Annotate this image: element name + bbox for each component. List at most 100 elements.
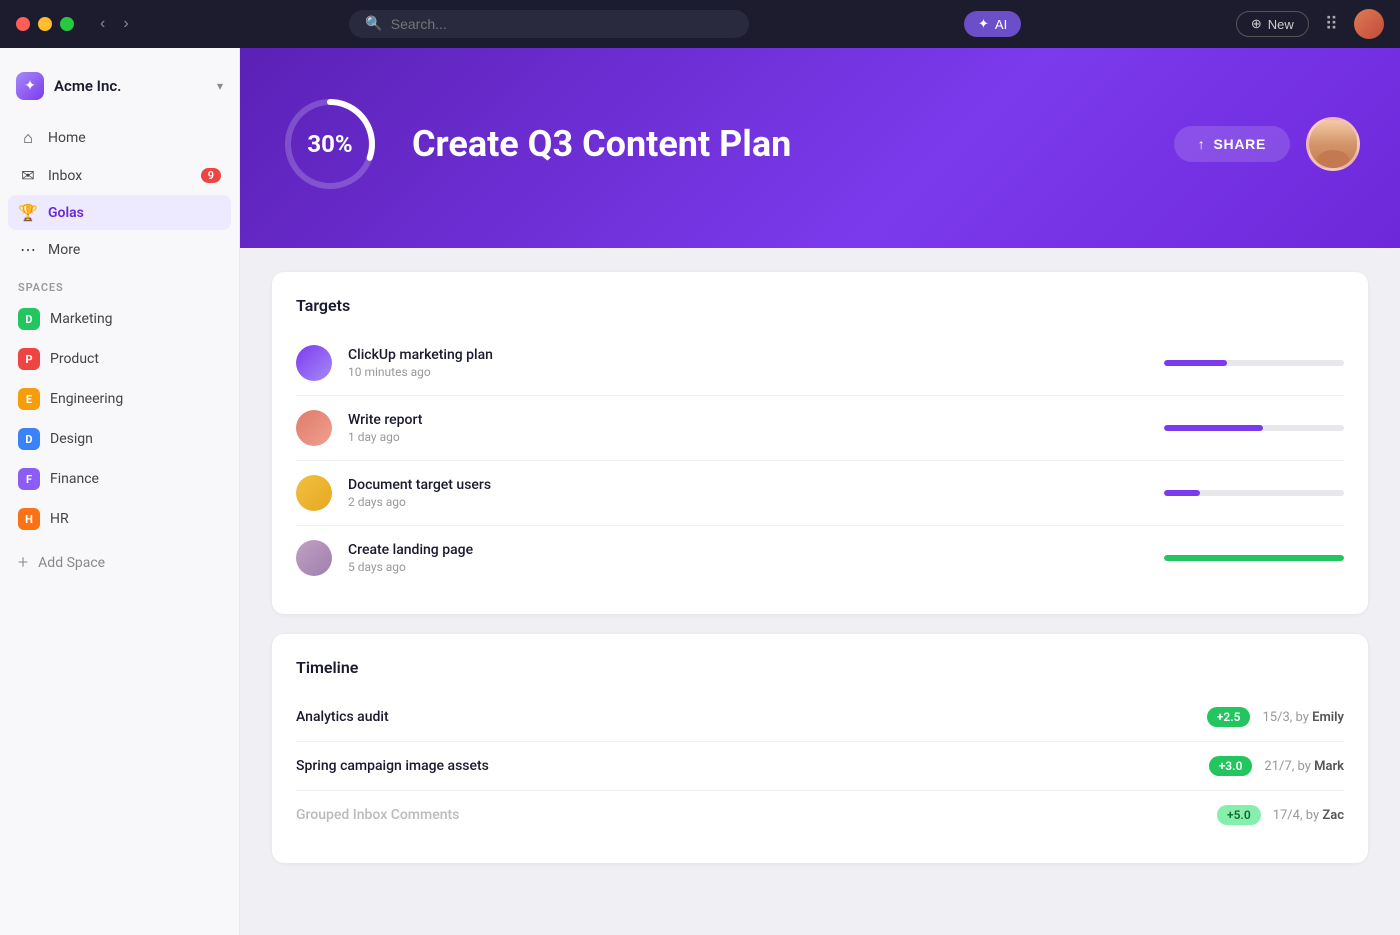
progress-ring: 30% <box>280 94 380 194</box>
target-name: Create landing page <box>348 542 1148 558</box>
add-space-button[interactable]: + Add Space <box>0 544 239 581</box>
timeline-item: Analytics audit +2.5 15/3, by Emily <box>296 693 1344 742</box>
window-controls <box>16 17 74 31</box>
timeline-name: Grouped Inbox Comments <box>296 807 1205 823</box>
hero-section: 30% Create Q3 Content Plan ↑ SHARE <box>240 48 1400 248</box>
plus-icon: ⊕ <box>1251 16 1262 32</box>
ai-button[interactable]: ✦ AI <box>964 11 1021 37</box>
new-button[interactable]: ⊕ New <box>1236 11 1309 37</box>
search-icon: 🔍 <box>365 16 382 32</box>
marketing-space-icon: D <box>18 308 40 330</box>
sidebar-item-label: Inbox <box>48 168 82 184</box>
maximize-button[interactable] <box>60 17 74 31</box>
grid-icon[interactable]: ⠿ <box>1325 14 1338 35</box>
content-area: 30% Create Q3 Content Plan ↑ SHARE Targe… <box>240 48 1400 935</box>
target-item: Create landing page 5 days ago <box>296 526 1344 590</box>
sidebar-item-label: More <box>48 242 80 258</box>
minimize-button[interactable] <box>38 17 52 31</box>
timeline-item: Spring campaign image assets +3.0 21/7, … <box>296 742 1344 791</box>
sidebar: ✦ Acme Inc. ▾ ⌂ Home ✉ Inbox 9 🏆 Golas ⋯… <box>0 48 240 935</box>
sidebar-item-marketing[interactable]: D Marketing <box>8 300 231 338</box>
target-item: Document target users 2 days ago <box>296 461 1344 526</box>
target-time: 1 day ago <box>348 430 1148 444</box>
progress-bar-fill <box>1164 555 1344 561</box>
target-name: ClickUp marketing plan <box>348 347 1148 363</box>
target-item: ClickUp marketing plan 10 minutes ago <box>296 331 1344 396</box>
sidebar-item-more[interactable]: ⋯ More <box>8 232 231 267</box>
target-info: Create landing page 5 days ago <box>348 542 1148 574</box>
timeline-card: Timeline Analytics audit +2.5 15/3, by E… <box>272 634 1368 863</box>
progress-bar-container <box>1164 360 1344 366</box>
titlebar-right: ⊕ New ⠿ <box>1236 9 1384 39</box>
sidebar-item-hr[interactable]: H HR <box>8 500 231 538</box>
progress-bar-fill <box>1164 425 1263 431</box>
close-button[interactable] <box>16 17 30 31</box>
hr-space-icon: H <box>18 508 40 530</box>
timeline-badge: +5.0 <box>1217 805 1261 825</box>
search-bar[interactable]: 🔍 <box>349 10 749 38</box>
target-time: 5 days ago <box>348 560 1148 574</box>
goals-icon: 🏆 <box>18 203 38 222</box>
sidebar-item-engineering[interactable]: E Engineering <box>8 380 231 418</box>
cards-area: Targets ClickUp marketing plan 10 minute… <box>240 248 1400 887</box>
share-icon: ↑ <box>1198 136 1206 152</box>
sidebar-item-inbox[interactable]: ✉ Inbox 9 <box>8 158 231 193</box>
target-item: Write report 1 day ago <box>296 396 1344 461</box>
progress-percent: 30% <box>307 130 352 158</box>
space-label: Design <box>50 431 93 447</box>
sidebar-item-design[interactable]: D Design <box>8 420 231 458</box>
sidebar-item-label: Home <box>48 130 86 146</box>
finance-space-icon: F <box>18 468 40 490</box>
share-button[interactable]: ↑ SHARE <box>1174 126 1290 162</box>
user-avatar[interactable] <box>1354 9 1384 39</box>
workspace-logo: ✦ <box>16 72 44 100</box>
target-avatar <box>296 345 332 381</box>
timeline-badge: +2.5 <box>1207 707 1251 727</box>
share-label: SHARE <box>1213 136 1266 152</box>
inbox-icon: ✉ <box>18 166 38 185</box>
workspace-name: Acme Inc. <box>54 77 121 95</box>
forward-button[interactable]: › <box>117 13 134 35</box>
progress-bar-fill <box>1164 360 1227 366</box>
inbox-badge: 9 <box>201 168 221 183</box>
space-label: Engineering <box>50 391 123 407</box>
plus-icon: + <box>18 552 28 573</box>
product-space-icon: P <box>18 348 40 370</box>
target-info: Document target users 2 days ago <box>348 477 1148 509</box>
progress-bar-container <box>1164 555 1344 561</box>
space-label: Product <box>50 351 99 367</box>
back-button[interactable]: ‹ <box>94 13 111 35</box>
timeline-title: Timeline <box>296 658 1344 677</box>
sidebar-nav: ⌂ Home ✉ Inbox 9 🏆 Golas ⋯ More <box>0 120 239 269</box>
targets-title: Targets <box>296 296 1344 315</box>
sidebar-item-goals[interactable]: 🏆 Golas <box>8 195 231 230</box>
target-info: ClickUp marketing plan 10 minutes ago <box>348 347 1148 379</box>
add-space-label: Add Space <box>38 555 105 571</box>
titlebar: ‹ › 🔍 ✦ AI ⊕ New ⠿ <box>0 0 1400 48</box>
timeline-meta: 15/3, by Emily <box>1262 710 1344 725</box>
main-layout: ✦ Acme Inc. ▾ ⌂ Home ✉ Inbox 9 🏆 Golas ⋯… <box>0 48 1400 935</box>
sidebar-item-finance[interactable]: F Finance <box>8 460 231 498</box>
ai-label: AI <box>995 17 1007 32</box>
target-time: 10 minutes ago <box>348 365 1148 379</box>
sidebar-item-product[interactable]: P Product <box>8 340 231 378</box>
progress-bar-fill <box>1164 490 1200 496</box>
target-info: Write report 1 day ago <box>348 412 1148 444</box>
hero-avatar[interactable] <box>1306 117 1360 171</box>
nav-arrows: ‹ › <box>94 13 135 35</box>
targets-card: Targets ClickUp marketing plan 10 minute… <box>272 272 1368 614</box>
timeline-name: Spring campaign image assets <box>296 758 1197 774</box>
timeline-badge: +3.0 <box>1209 756 1253 776</box>
workspace-header[interactable]: ✦ Acme Inc. ▾ <box>0 64 239 108</box>
design-space-icon: D <box>18 428 40 450</box>
engineering-space-icon: E <box>18 388 40 410</box>
sidebar-item-label: Golas <box>48 205 84 221</box>
home-icon: ⌂ <box>18 128 38 148</box>
space-label: Finance <box>50 471 99 487</box>
timeline-item: Grouped Inbox Comments +5.0 17/4, by Zac <box>296 791 1344 839</box>
target-name: Document target users <box>348 477 1148 493</box>
search-input[interactable] <box>391 16 734 32</box>
timeline-meta: 17/4, by Zac <box>1273 808 1344 823</box>
sidebar-item-home[interactable]: ⌂ Home <box>8 120 231 156</box>
new-label: New <box>1268 17 1294 32</box>
